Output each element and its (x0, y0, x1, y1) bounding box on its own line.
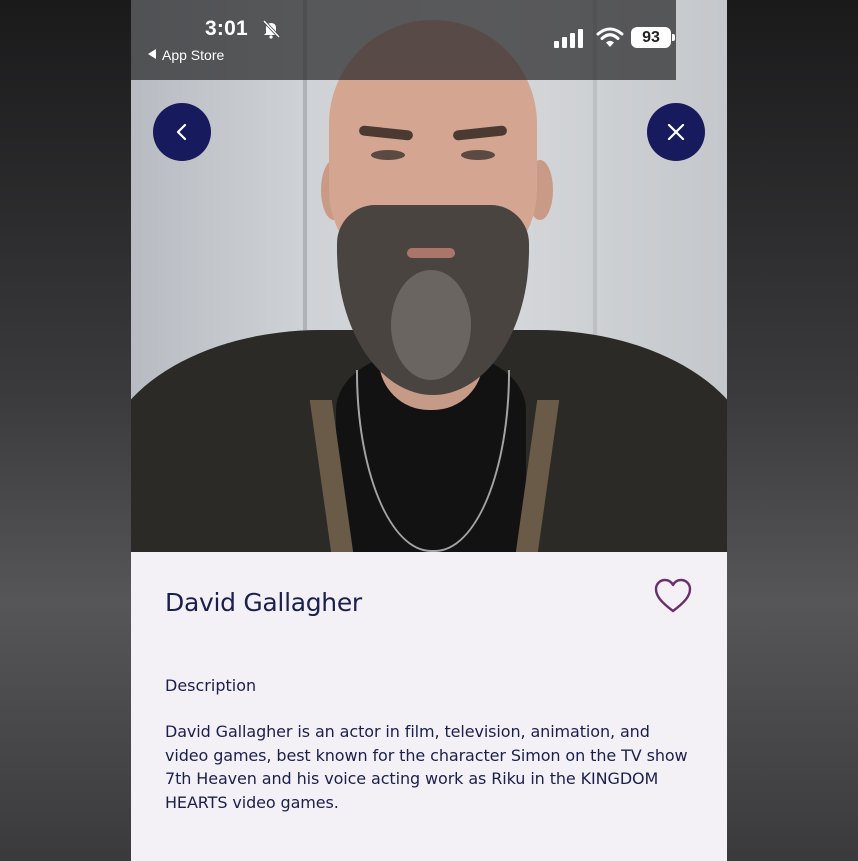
battery-indicator: 93 (631, 27, 671, 48)
profile-name: David Gallagher (165, 588, 362, 617)
detail-panel: David Gallagher Description David Gallag… (131, 552, 727, 861)
description-text: David Gallagher is an actor in film, tel… (165, 722, 688, 812)
battery-cap (672, 34, 675, 41)
cellular-signal-icon (554, 29, 583, 48)
status-bar: 3:01 App Store 93 (131, 0, 676, 80)
left-backdrop (0, 0, 131, 861)
back-to-app-store[interactable]: App Store (148, 47, 224, 63)
phone-screen: 3:01 App Store 93 David Gallagher Descri… (131, 0, 727, 861)
chevron-left-icon (176, 123, 187, 141)
back-triangle-icon (148, 49, 156, 59)
bell-slash-icon (262, 19, 281, 39)
back-button[interactable] (153, 103, 211, 161)
right-backdrop (727, 0, 858, 861)
close-button[interactable] (647, 103, 705, 161)
description-label: Description (165, 676, 257, 695)
profile-photo (131, 0, 727, 552)
heart-outline-icon[interactable] (653, 578, 693, 614)
back-app-label: App Store (162, 47, 225, 63)
close-icon (667, 123, 685, 141)
status-time: 3:01 (205, 17, 248, 40)
wifi-icon (596, 27, 624, 47)
